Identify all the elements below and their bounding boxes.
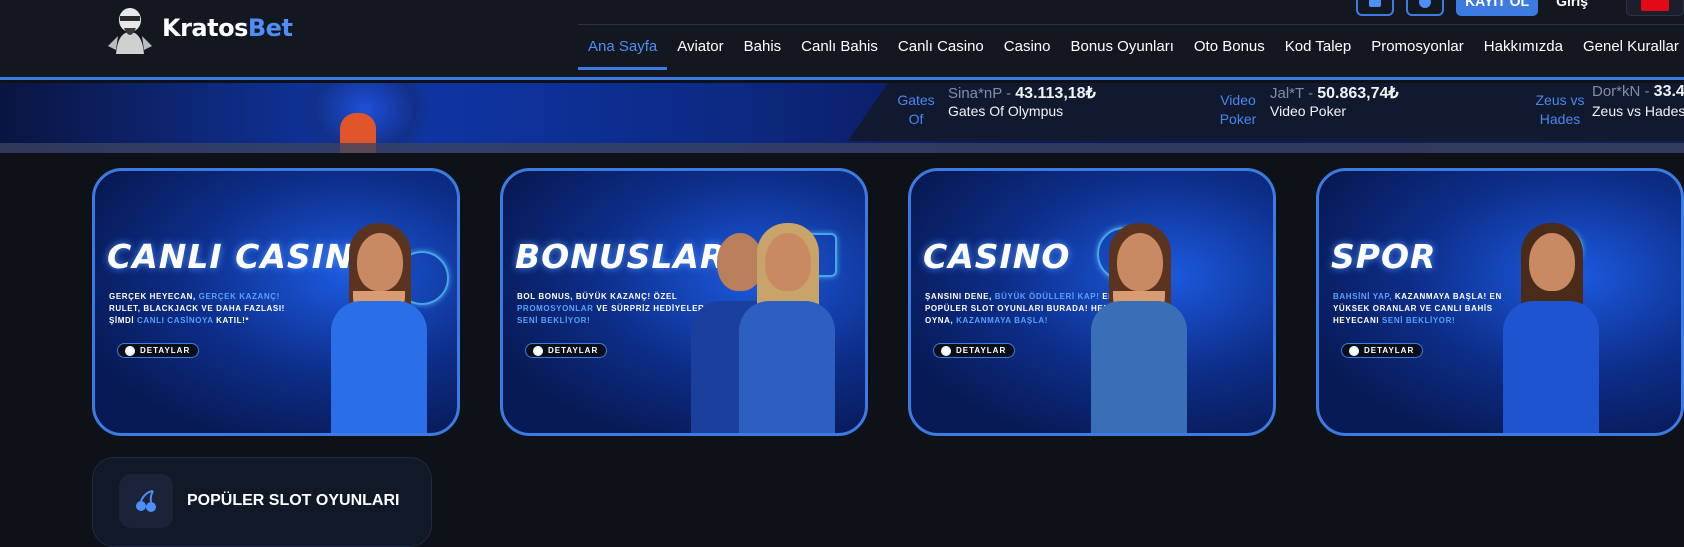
nav-item-promosyonlar[interactable]: Promosyonlar [1361, 26, 1474, 70]
winners-ticker: Gates Of Sina*nP - 43.113,18₺ Gates Of O… [848, 83, 1684, 141]
nav-item-kod-talep[interactable]: Kod Talep [1275, 26, 1361, 70]
nav-divider [578, 24, 1684, 25]
game-thumbnail: Gates Of [897, 92, 935, 127]
card-model-image [1073, 205, 1203, 433]
card-model-image [313, 205, 443, 433]
hero-banner[interactable]: Gates Of Sina*nP - 43.113,18₺ Gates Of O… [0, 83, 1684, 153]
card-spor[interactable]: SPOR BAHSİNİ YAP, KAZANMAYA BAŞLA! EN YÜ… [1316, 168, 1684, 436]
nav-item-aviator[interactable]: Aviator [667, 26, 733, 70]
android-icon [1369, 0, 1382, 7]
banner-strip [0, 143, 1684, 153]
details-button[interactable]: DETAYLAR [933, 343, 1015, 358]
ticker-winner: Sina*nP - 43.113,18₺ [948, 85, 1096, 102]
nav-item-oto-bonus[interactable]: Oto Bonus [1184, 26, 1275, 70]
ticker-amount: 33.4 [1653, 83, 1684, 100]
nav-item-canli-casino[interactable]: Canlı Casino [888, 26, 994, 70]
ticker-amount: 43.113,18₺ [1015, 85, 1096, 102]
card-bonuslar[interactable]: BONUSLAR BOL BONUS, BÜYÜK KAZANÇ! ÖZEL P… [500, 168, 868, 436]
telegram-icon [533, 346, 543, 356]
card-title: SPOR [1331, 237, 1437, 276]
card-title: CASINO [923, 237, 1071, 276]
brand-logo[interactable]: KratosBet [104, 6, 293, 54]
kratos-mascot-icon [104, 6, 156, 54]
main-nav: Ana Sayfa Aviator Bahis Canlı Bahis Canl… [578, 26, 1684, 70]
ticker-amount: 50.863,74₺ [1317, 85, 1399, 102]
nav-item-bonus-oyunlari[interactable]: Bonus Oyunları [1060, 26, 1183, 70]
ticker-game-name: Zeus vs Hades [1592, 103, 1684, 119]
ticker-game-name: Gates Of Olympus [948, 103, 1064, 119]
section-title: POPÜLER SLOT OYUNLARI [187, 492, 400, 509]
site-header: KratosBet KAYIT OL Giriş Ana Sayfa Aviat… [0, 0, 1684, 80]
language-selector[interactable] [1626, 0, 1684, 16]
category-cards: CANLI CASINO GERÇEK HEYECAN, GERÇEK KAZA… [0, 168, 1684, 438]
telegram-icon [941, 346, 951, 356]
ticker-game-name: Video Poker [1270, 103, 1347, 119]
apple-icon [1419, 0, 1432, 8]
android-app-button[interactable] [1356, 0, 1395, 16]
card-casino[interactable]: CASINO ŞANSINI DENE, BÜYÜK ÖDÜLLERİ KAP!… [908, 168, 1276, 436]
register-button[interactable]: KAYIT OL [1456, 0, 1539, 16]
details-button[interactable]: DETAYLAR [525, 343, 607, 358]
nav-item-ana-sayfa[interactable]: Ana Sayfa [578, 26, 668, 70]
nav-item-casino[interactable]: Casino [994, 26, 1061, 70]
telegram-icon [125, 346, 135, 356]
game-thumbnail: Video Poker [1219, 92, 1257, 127]
login-button[interactable]: Giriş [1550, 0, 1614, 9]
card-model-image [1485, 205, 1615, 433]
card-description: GERÇEK HEYECAN, GERÇEK KAZANÇ! RULET, BL… [109, 292, 285, 325]
apple-app-button[interactable] [1406, 0, 1445, 16]
popular-slots-section: POPÜLER SLOT OYUNLARI [92, 457, 432, 547]
telegram-icon [1349, 346, 1359, 356]
ticker-winner: Jal*T - 50.863,74₺ [1270, 85, 1399, 102]
turkey-flag-icon [1641, 0, 1669, 11]
nav-item-canli-bahis[interactable]: Canlı Bahis [791, 26, 888, 70]
top-actions: KAYIT OL Giriş [1356, 0, 1684, 16]
nav-item-hakkimizda[interactable]: Hakkımızda [1474, 26, 1573, 70]
nav-item-genel-kurallar[interactable]: Genel Kurallar [1573, 26, 1684, 70]
details-button[interactable]: DETAYLAR [1341, 343, 1423, 358]
brand-name: KratosBet [162, 14, 293, 42]
card-canli-casino[interactable]: CANLI CASINO GERÇEK HEYECAN, GERÇEK KAZA… [92, 168, 460, 436]
card-model-image [721, 205, 851, 433]
details-button[interactable]: DETAYLAR [117, 343, 199, 358]
nav-item-bahis[interactable]: Bahis [734, 26, 792, 70]
game-thumbnail: Zeus vs Hades [1535, 92, 1585, 127]
ticker-winner: Dor*kN - 33.4 [1592, 83, 1684, 100]
cherry-icon [119, 474, 173, 528]
